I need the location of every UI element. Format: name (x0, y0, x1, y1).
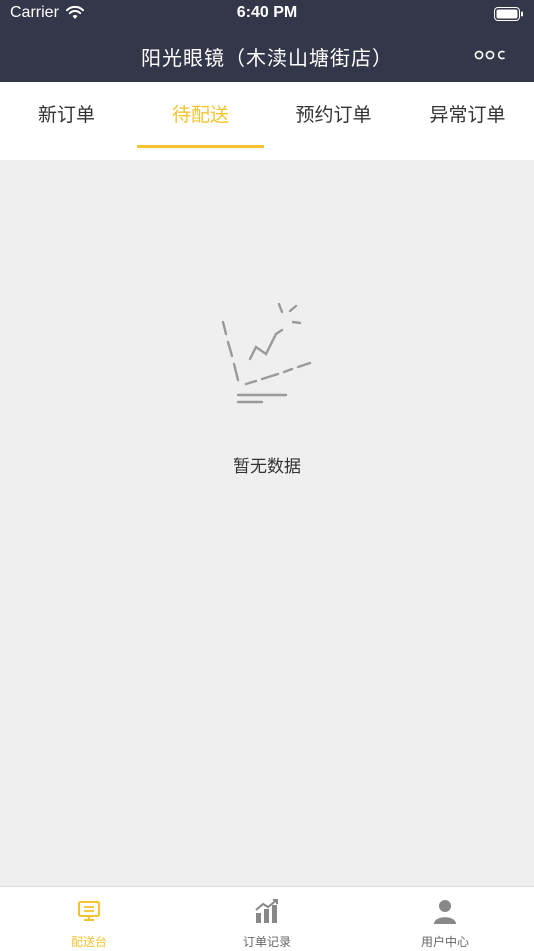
bottom-navigation: 配送台 订单记录 用户中心 (0, 886, 534, 951)
empty-state-text: 暂无数据 (233, 457, 301, 477)
more-button[interactable] (474, 47, 508, 63)
order-tabs: 新订单 待配送 预约订单 异常订单 (0, 82, 534, 160)
bar-chart-icon (255, 899, 278, 923)
active-tab-indicator (137, 145, 264, 148)
nav-label: 订单记录 (242, 935, 291, 949)
status-time: 6:40 PM (236, 4, 298, 21)
app-header: Carrier 6:40 PM 阳光眼镜（木渎山塘街店） (0, 0, 534, 82)
tab-new-orders[interactable]: 新订单 (0, 82, 133, 160)
user-icon (434, 900, 456, 924)
store-title: 阳光眼镜（木渎山塘街店） (141, 46, 393, 70)
battery-icon (494, 6, 524, 25)
order-list-area: 暂无数据 (0, 160, 534, 886)
nav-label: 配送台 (70, 935, 107, 949)
empty-chart-icon (218, 300, 318, 414)
tab-pending-delivery[interactable]: 待配送 (134, 82, 267, 160)
nav-order-history[interactable]: 订单记录 (178, 887, 356, 951)
more-dots-icon (474, 50, 506, 60)
nav-user-center[interactable]: 用户中心 (356, 887, 534, 951)
monitor-icon (78, 901, 100, 921)
tab-scheduled-orders[interactable]: 预约订单 (267, 82, 400, 160)
nav-dispatch-console[interactable]: 配送台 (0, 887, 178, 951)
nav-label: 用户中心 (420, 935, 469, 949)
tab-abnormal-orders[interactable]: 异常订单 (401, 82, 534, 160)
status-bar: Carrier 6:40 PM (0, 0, 534, 28)
